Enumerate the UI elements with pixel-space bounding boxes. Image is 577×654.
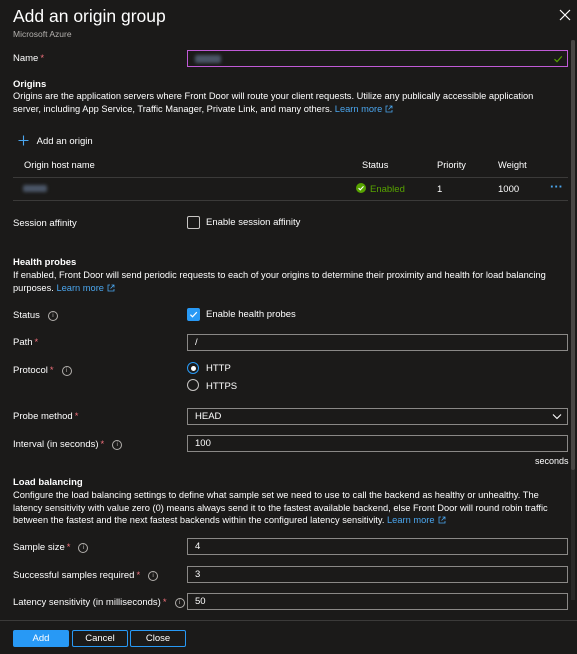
origins-description: Origins are the application servers wher… [13,91,534,114]
sample-size-label: Sample size * i [13,542,89,553]
origin-status: Enabled [370,184,405,195]
origins-title: Origins [13,79,47,90]
health-probes-title: Health probes [13,257,77,268]
close-button[interactable]: Close [130,630,186,647]
name-input[interactable] [187,50,568,67]
origin-priority: 1 [437,184,443,195]
col-priority: Priority [437,160,466,170]
external-link-icon [385,105,393,112]
more-options-icon[interactable]: ··· [550,179,563,194]
redacted-name-value [195,55,221,63]
latency-sensitivity-label: Latency sensitivity (in milliseconds) * i [13,597,185,608]
info-icon[interactable]: i [112,440,123,450]
protocol-https-radio[interactable] [187,379,199,391]
session-affinity-label: Session affinity [13,218,77,229]
info-icon[interactable]: i [148,571,159,581]
latency-sensitivity-input[interactable]: 50 [187,593,568,610]
external-link-icon [107,284,115,291]
add-origin-button[interactable]: Add an origin [18,135,93,147]
origin-weight: 1000 [498,184,520,195]
external-link-icon [438,516,445,524]
enabled-status-icon [356,183,366,193]
name-label: Name * [13,53,45,64]
load-balancing-title: Load balancing [13,477,83,488]
col-origin-host-name: Origin host name [24,160,95,170]
cancel-button[interactable]: Cancel [72,630,128,647]
origins-learn-more-link[interactable]: Learn more [335,104,383,114]
enable-health-probes-checkbox[interactable] [187,308,200,321]
info-icon[interactable]: i [174,598,185,608]
session-affinity-checkbox-label: Enable session affinity [206,217,301,228]
info-icon[interactable]: i [61,366,72,376]
col-weight: Weight [498,160,527,170]
health-probes-description: If enabled, Front Door will send periodi… [13,270,546,293]
scrollbar-thumb[interactable] [571,40,575,470]
protocol-http-label: HTTP [206,363,231,374]
close-icon[interactable] [558,8,572,22]
checkmark-icon [554,55,563,63]
protocol-label: Protocol * i [13,365,72,376]
path-input[interactable]: / [187,334,568,351]
probe-method-select[interactable]: HEAD [187,408,568,425]
chevron-down-icon [552,414,562,420]
table-row-divider [13,200,568,201]
path-label: Path * [13,337,39,348]
page-title: Add an origin group [13,6,166,26]
successful-samples-label: Successful samples required * i [13,570,159,581]
enable-health-probes-label: Enable health probes [206,309,296,320]
interval-unit: seconds [535,456,569,466]
load-balancing-learn-more-link[interactable]: Learn more [387,515,435,525]
plus-icon [18,135,29,146]
health-probes-learn-more-link[interactable]: Learn more [56,283,104,293]
sample-size-input[interactable]: 4 [187,538,568,555]
interval-label: Interval (in seconds) * i [13,439,123,450]
probe-method-value: HEAD [195,411,222,422]
col-status: Status [362,160,389,170]
probe-method-label: Probe method * [13,411,79,422]
redacted-origin-host [23,185,47,192]
table-row[interactable]: Enabled 1 1000 ··· [13,179,568,200]
add-origin-label: Add an origin [36,136,93,147]
add-button[interactable]: Add [13,630,69,647]
page-subtitle: Microsoft Azure [13,29,72,39]
protocol-https-label: HTTPS [206,381,238,392]
status-label: Status i [13,310,58,321]
interval-input[interactable]: 100 [187,435,568,452]
info-icon[interactable]: i [78,543,89,553]
info-icon[interactable]: i [47,311,58,321]
load-balancing-description: Configure the load balancing settings to… [13,490,548,525]
protocol-http-radio[interactable] [187,362,199,374]
session-affinity-checkbox[interactable] [187,216,200,229]
checkmark-icon [189,311,198,318]
successful-samples-input[interactable]: 3 [187,566,568,583]
table-header-divider [13,177,568,178]
